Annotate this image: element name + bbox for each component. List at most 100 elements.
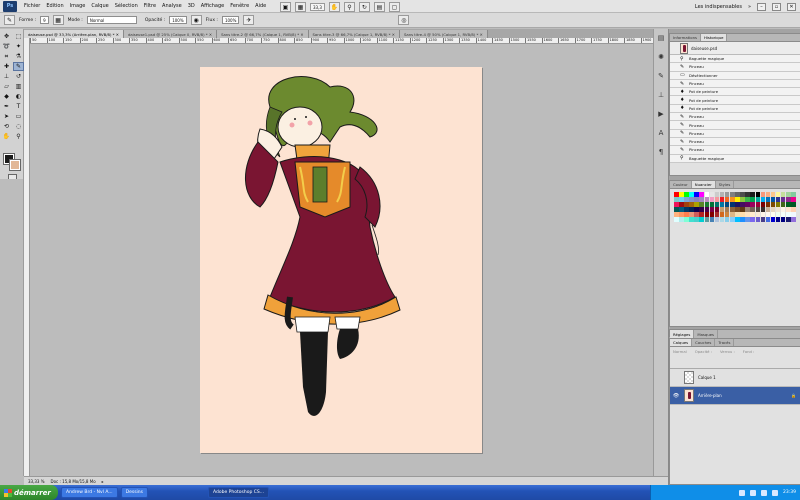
swatch[interactable]: [735, 197, 740, 202]
swatch[interactable]: [750, 217, 755, 222]
swatch[interactable]: [755, 212, 760, 217]
blur-tool-icon[interactable]: ◆: [1, 92, 12, 101]
swatch[interactable]: [750, 192, 755, 197]
swatch[interactable]: [786, 212, 791, 217]
swatch[interactable]: [765, 207, 771, 212]
swatch[interactable]: [709, 202, 715, 207]
task-photoshop[interactable]: Adobe Photoshop CS...: [208, 487, 270, 498]
swatch[interactable]: [760, 197, 766, 202]
swatch[interactable]: [775, 197, 781, 202]
tab-traces[interactable]: Tracés: [715, 339, 735, 346]
swatch[interactable]: [699, 207, 704, 212]
restore-button[interactable]: ▫: [772, 2, 781, 11]
tab-masques[interactable]: Masques: [694, 330, 719, 338]
swatch[interactable]: [780, 192, 786, 197]
history-item[interactable]: ✎ Pinceau: [670, 146, 800, 155]
swatch[interactable]: [724, 197, 730, 202]
flow-field[interactable]: 100%: [221, 16, 240, 24]
swatch[interactable]: [719, 217, 725, 222]
swatch[interactable]: [740, 207, 745, 212]
move-tool-icon[interactable]: ✥: [1, 32, 12, 41]
swatch[interactable]: [714, 197, 720, 202]
swatch[interactable]: [724, 212, 730, 217]
swatch[interactable]: [735, 212, 740, 217]
swatch[interactable]: [684, 207, 689, 212]
status-menu-icon[interactable]: ▸: [102, 479, 104, 484]
swatch[interactable]: [694, 217, 699, 222]
menu-aide[interactable]: Aide: [252, 3, 269, 9]
menu-selection[interactable]: Sélection: [112, 3, 141, 9]
swatch[interactable]: [694, 197, 699, 202]
swatch[interactable]: [740, 202, 745, 207]
clock[interactable]: 23:39: [783, 490, 796, 495]
tray-icon[interactable]: [772, 489, 779, 496]
swatch[interactable]: [775, 202, 781, 207]
swatch[interactable]: [719, 202, 725, 207]
swatch[interactable]: [704, 212, 710, 217]
dodge-tool-icon[interactable]: ◐: [13, 92, 24, 101]
swatch[interactable]: [694, 202, 699, 207]
history-item[interactable]: ▭ Désélectionner: [670, 71, 800, 80]
swatch[interactable]: [780, 212, 786, 217]
swatch[interactable]: [714, 212, 720, 217]
task-browser[interactable]: Andrew Brd - Nvl A...: [61, 487, 118, 498]
swatch[interactable]: [724, 217, 730, 222]
swatch[interactable]: [714, 192, 720, 197]
brush-panel-icon[interactable]: ✎: [656, 71, 667, 81]
swatch[interactable]: [679, 192, 684, 197]
history-item[interactable]: ✎ Pinceau: [670, 137, 800, 147]
lock-label[interactable]: Verrou :: [720, 349, 735, 366]
swatch[interactable]: [709, 217, 715, 222]
swatch[interactable]: [679, 197, 684, 202]
swatch[interactable]: [735, 217, 740, 222]
swatch[interactable]: [770, 197, 776, 202]
swatch[interactable]: [780, 202, 786, 207]
history-item[interactable]: ✎ Pinceau: [670, 113, 800, 122]
swatch[interactable]: [674, 202, 679, 207]
actions-icon[interactable]: ▶: [656, 109, 667, 119]
swatch[interactable]: [791, 192, 796, 197]
tab-daiseuse[interactable]: daiseuse.psd @ 33,3% (Arrière-plan, RVB/…: [24, 30, 124, 38]
swatch[interactable]: [704, 207, 710, 212]
swatch[interactable]: [704, 197, 710, 202]
swatch[interactable]: [740, 192, 745, 197]
bridge-icon[interactable]: ▣: [280, 2, 291, 12]
menu-filtre[interactable]: Filtre: [141, 3, 159, 9]
pressure-size-icon[interactable]: ◎: [398, 15, 410, 25]
swatch[interactable]: [765, 192, 771, 197]
path-selection-tool-icon[interactable]: ➤: [1, 112, 12, 121]
swatch[interactable]: [786, 207, 791, 212]
tab-sans-titre-2[interactable]: Sans titre-2 @ 66,7% (Calque 1, RVB/8) *…: [217, 30, 309, 38]
swatch[interactable]: [786, 192, 791, 197]
swatch[interactable]: [750, 202, 755, 207]
swatch[interactable]: [745, 212, 750, 217]
swatch[interactable]: [689, 217, 694, 222]
swatch[interactable]: [674, 212, 679, 217]
swatch[interactable]: [699, 212, 704, 217]
task-dessins[interactable]: Dessins: [120, 487, 148, 498]
swatch[interactable]: [745, 202, 750, 207]
marquee-tool-icon[interactable]: ⬚: [13, 32, 24, 41]
swatch[interactable]: [730, 207, 735, 212]
swatch[interactable]: [765, 197, 771, 202]
shape-tool-icon[interactable]: ▭: [13, 112, 24, 121]
swatch[interactable]: [770, 202, 776, 207]
clone-stamp-tool-icon[interactable]: ⊥: [1, 72, 12, 81]
swatch[interactable]: [786, 217, 791, 222]
swatch[interactable]: [699, 197, 704, 202]
tab-informations[interactable]: Informations: [670, 34, 701, 41]
swatch[interactable]: [724, 202, 730, 207]
screen-mode-icon[interactable]: ▢: [388, 2, 400, 12]
tab-styles[interactable]: Styles: [716, 181, 735, 188]
swatch[interactable]: [694, 207, 699, 212]
menu-image[interactable]: Image: [67, 3, 89, 9]
tray-icon[interactable]: [739, 489, 746, 496]
lasso-tool-icon[interactable]: ➰: [1, 42, 12, 51]
swatch[interactable]: [780, 217, 786, 222]
tray-icon[interactable]: [750, 489, 757, 496]
minimize-button[interactable]: –: [757, 2, 766, 11]
tab-couches[interactable]: Couches: [692, 339, 716, 346]
menu-edition[interactable]: Edition: [43, 3, 66, 9]
swatch[interactable]: [755, 217, 760, 222]
swatch[interactable]: [704, 192, 710, 197]
